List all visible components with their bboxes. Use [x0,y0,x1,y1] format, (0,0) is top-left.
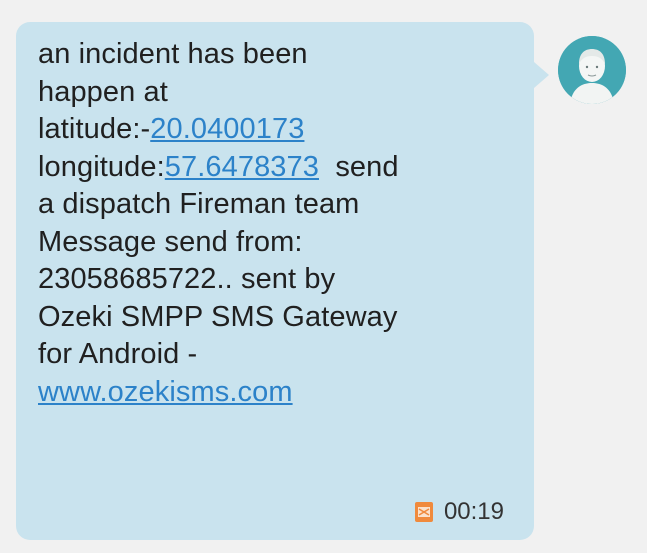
line-text: send [319,150,399,183]
message-line: Message send from: [38,224,508,262]
line-text: latitude:- [38,113,151,145]
line-text: for Android - [38,338,198,370]
message-line: www.ozekisms.com [38,374,508,412]
line-text: happen at [38,75,168,108]
line-text: Message send from: [38,225,303,258]
line-text: a dispatch Fireman team [38,188,360,220]
longitude-link[interactable]: 57.6478373 [165,151,319,183]
avatar-graphic [558,36,626,104]
line-text: Ozeki SMPP SMS Gateway [38,300,398,333]
website-link[interactable]: www.ozekisms.com [38,376,293,408]
message-text: an incident has been happen at latitude:… [38,36,508,411]
message-line: latitude:-20.0400173 [38,111,508,149]
sms-icon [414,502,433,522]
message-meta: 00:19 [412,498,504,526]
latitude-link[interactable]: 20.0400173 [150,113,304,145]
line-text: 23058685722.. sent by [38,263,336,295]
message-bubble[interactable]: an incident has been happen at latitude:… [16,22,534,540]
message-line: happen at [38,74,508,112]
message-line: Ozeki SMPP SMS Gateway [38,299,508,337]
message-line: 23058685722.. sent by [38,261,508,299]
person-avatar-icon[interactable] [558,36,626,104]
message-line: for Android - [38,336,508,374]
message-thread: an incident has been happen at latitude:… [0,0,647,553]
bubble-tail [534,62,549,88]
message-line: an incident has been [38,36,508,74]
line-text: an incident has been [38,38,308,70]
message-line: longitude:57.6478373 send [38,149,508,187]
message-line: a dispatch Fireman team [38,186,508,224]
message-timestamp: 00:19 [443,498,504,525]
line-text: longitude: [38,150,165,183]
